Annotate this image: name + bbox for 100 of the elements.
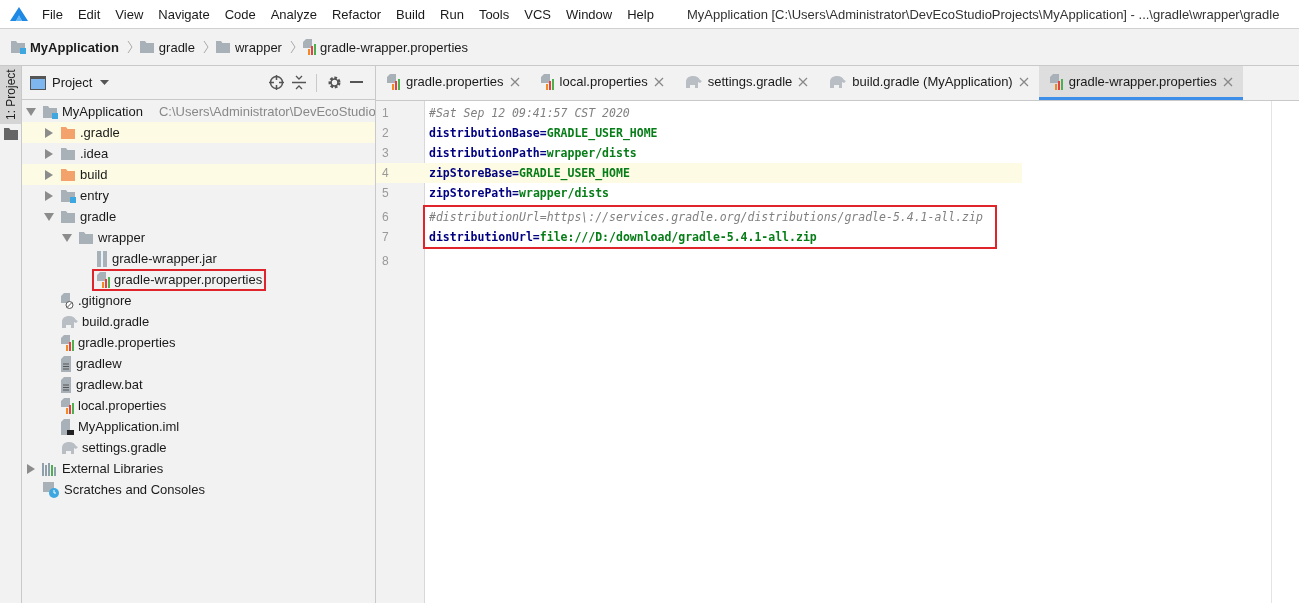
folder-icon (3, 128, 18, 140)
text-file-icon (60, 376, 72, 393)
property-key: distributionUrl (429, 230, 533, 244)
menu-item[interactable]: Code (224, 6, 256, 22)
tree-node[interactable]: gradle.properties (56, 331, 180, 354)
tree-node[interactable]: gradle (56, 206, 121, 227)
menu-item[interactable]: VCS (524, 6, 551, 22)
property-value: GRADLE_USER_HOME (519, 166, 630, 180)
menu-item[interactable]: Tools (478, 6, 510, 22)
collapsed-arrow-icon[interactable] (26, 463, 36, 474)
tree-node[interactable]: MyApplication.iml (56, 415, 184, 438)
editor-tab[interactable]: gradle-wrapper.properties (1038, 66, 1243, 100)
folder-icon (60, 167, 76, 182)
folder-icon (138, 40, 155, 54)
tree-node[interactable]: build (56, 164, 112, 185)
scratches-icon (42, 481, 60, 498)
menu-item[interactable]: Run (440, 6, 464, 22)
close-icon[interactable] (1018, 76, 1029, 87)
close-icon[interactable] (509, 76, 520, 87)
project-path: C:\Users\Administrator\DevEcoStudio (158, 104, 375, 119)
panel-title[interactable]: Project (52, 75, 93, 90)
chevron-icon (203, 40, 209, 54)
expanded-arrow-icon[interactable] (44, 211, 54, 222)
property-value: wrapper/dists (519, 186, 610, 200)
menu-item[interactable]: Analyze (270, 6, 317, 22)
menu-item[interactable]: Edit (77, 6, 101, 22)
properties-file-icon (539, 73, 554, 90)
tree-node[interactable]: gradlew.bat (56, 373, 147, 396)
menu-item[interactable]: Build (396, 6, 425, 22)
chevron-icon (126, 40, 133, 54)
close-icon[interactable] (1222, 76, 1233, 87)
caret-icon[interactable] (100, 80, 110, 85)
properties-file-icon (1048, 73, 1063, 90)
tree-node[interactable]: .gitignore (56, 289, 136, 312)
expanded-arrow-icon[interactable] (62, 232, 72, 243)
tree-node[interactable]: wrapper (74, 227, 149, 248)
tree-node[interactable]: gradlew (56, 352, 126, 375)
tree-node[interactable]: settings.gradle (56, 437, 171, 458)
menu-item[interactable]: Navigate (158, 6, 210, 22)
folder-icon (60, 125, 76, 140)
close-icon[interactable] (798, 76, 809, 87)
menu-item[interactable]: Refactor (331, 6, 382, 22)
line-number: 4 (381, 166, 390, 180)
equals-sign: = (512, 186, 520, 200)
line-number: 2 (381, 126, 390, 140)
editor-tab[interactable]: local.properties (529, 66, 674, 100)
elephant-icon (60, 441, 78, 454)
menu-item[interactable]: View (115, 6, 144, 22)
folder-icon (60, 146, 76, 161)
editor-tab[interactable]: settings.gradle (673, 66, 819, 100)
collapsed-arrow-icon[interactable] (44, 169, 54, 180)
breadcrumb[interactable]: gradle (158, 39, 195, 55)
elephant-icon (683, 75, 702, 88)
equals-sign: = (539, 126, 547, 140)
folder-icon (60, 188, 76, 203)
tree-node[interactable]: MyApplication (38, 101, 147, 122)
line-number: 6 (381, 210, 390, 224)
property-value: file:///D:/download/gradle-5.4.1-all.zip (539, 230, 817, 244)
app-logo-icon (9, 6, 29, 22)
module-file-icon (60, 418, 74, 435)
code-comment: #Sat Sep 12 09:41:57 CST 2020 (429, 106, 630, 120)
tree-node[interactable]: entry (56, 185, 113, 206)
tree-node[interactable]: local.properties (56, 394, 171, 417)
equals-sign: = (512, 166, 520, 180)
property-key: distributionBase (429, 126, 540, 140)
menu-item[interactable]: File (42, 6, 63, 22)
breadcrumb[interactable]: wrapper (235, 39, 282, 55)
project-tool-tab[interactable]: 1: Project (0, 66, 21, 124)
minimize-icon[interactable] (350, 81, 363, 84)
line-number: 3 (381, 146, 390, 160)
close-icon[interactable] (653, 76, 664, 87)
settings-icon[interactable] (327, 75, 342, 90)
tree-node[interactable]: gradle-wrapper.jar (92, 247, 221, 270)
line-number: 5 (381, 186, 390, 200)
collapsed-arrow-icon[interactable] (44, 148, 54, 159)
line-number: 7 (381, 230, 390, 244)
tree-node[interactable]: .idea (56, 143, 113, 164)
collapsed-arrow-icon[interactable] (44, 190, 54, 201)
chevron-icon (289, 40, 296, 54)
tree-node[interactable]: External Libraries (38, 458, 168, 479)
expanded-arrow-icon[interactable] (26, 106, 36, 117)
breadcrumb[interactable]: gradle-wrapper.properties (319, 39, 469, 55)
collapse-all-icon[interactable] (292, 75, 306, 90)
editor-tab[interactable]: gradle.properties (376, 66, 530, 100)
folder-icon (60, 209, 76, 224)
tree-node[interactable]: gradle-wrapper.properties (92, 268, 267, 291)
property-value: wrapper/dists (546, 146, 637, 160)
menu-item[interactable]: Help (627, 6, 654, 22)
collapsed-arrow-icon[interactable] (44, 127, 54, 138)
tree-node[interactable]: Scratches and Consoles (38, 478, 209, 501)
line-number: 1 (381, 106, 390, 120)
properties-file-icon (60, 397, 74, 414)
crosshair-icon[interactable] (269, 75, 284, 90)
editor-tab[interactable]: build.gradle (MyApplication) (818, 66, 1039, 100)
tree-node[interactable]: build.gradle (56, 311, 154, 332)
menu-item[interactable]: Window (565, 6, 613, 22)
properties-file-icon (386, 73, 400, 90)
tree-node[interactable]: .gradle (56, 122, 124, 143)
properties-file-icon (96, 271, 110, 288)
breadcrumb[interactable]: MyApplication (30, 39, 119, 55)
